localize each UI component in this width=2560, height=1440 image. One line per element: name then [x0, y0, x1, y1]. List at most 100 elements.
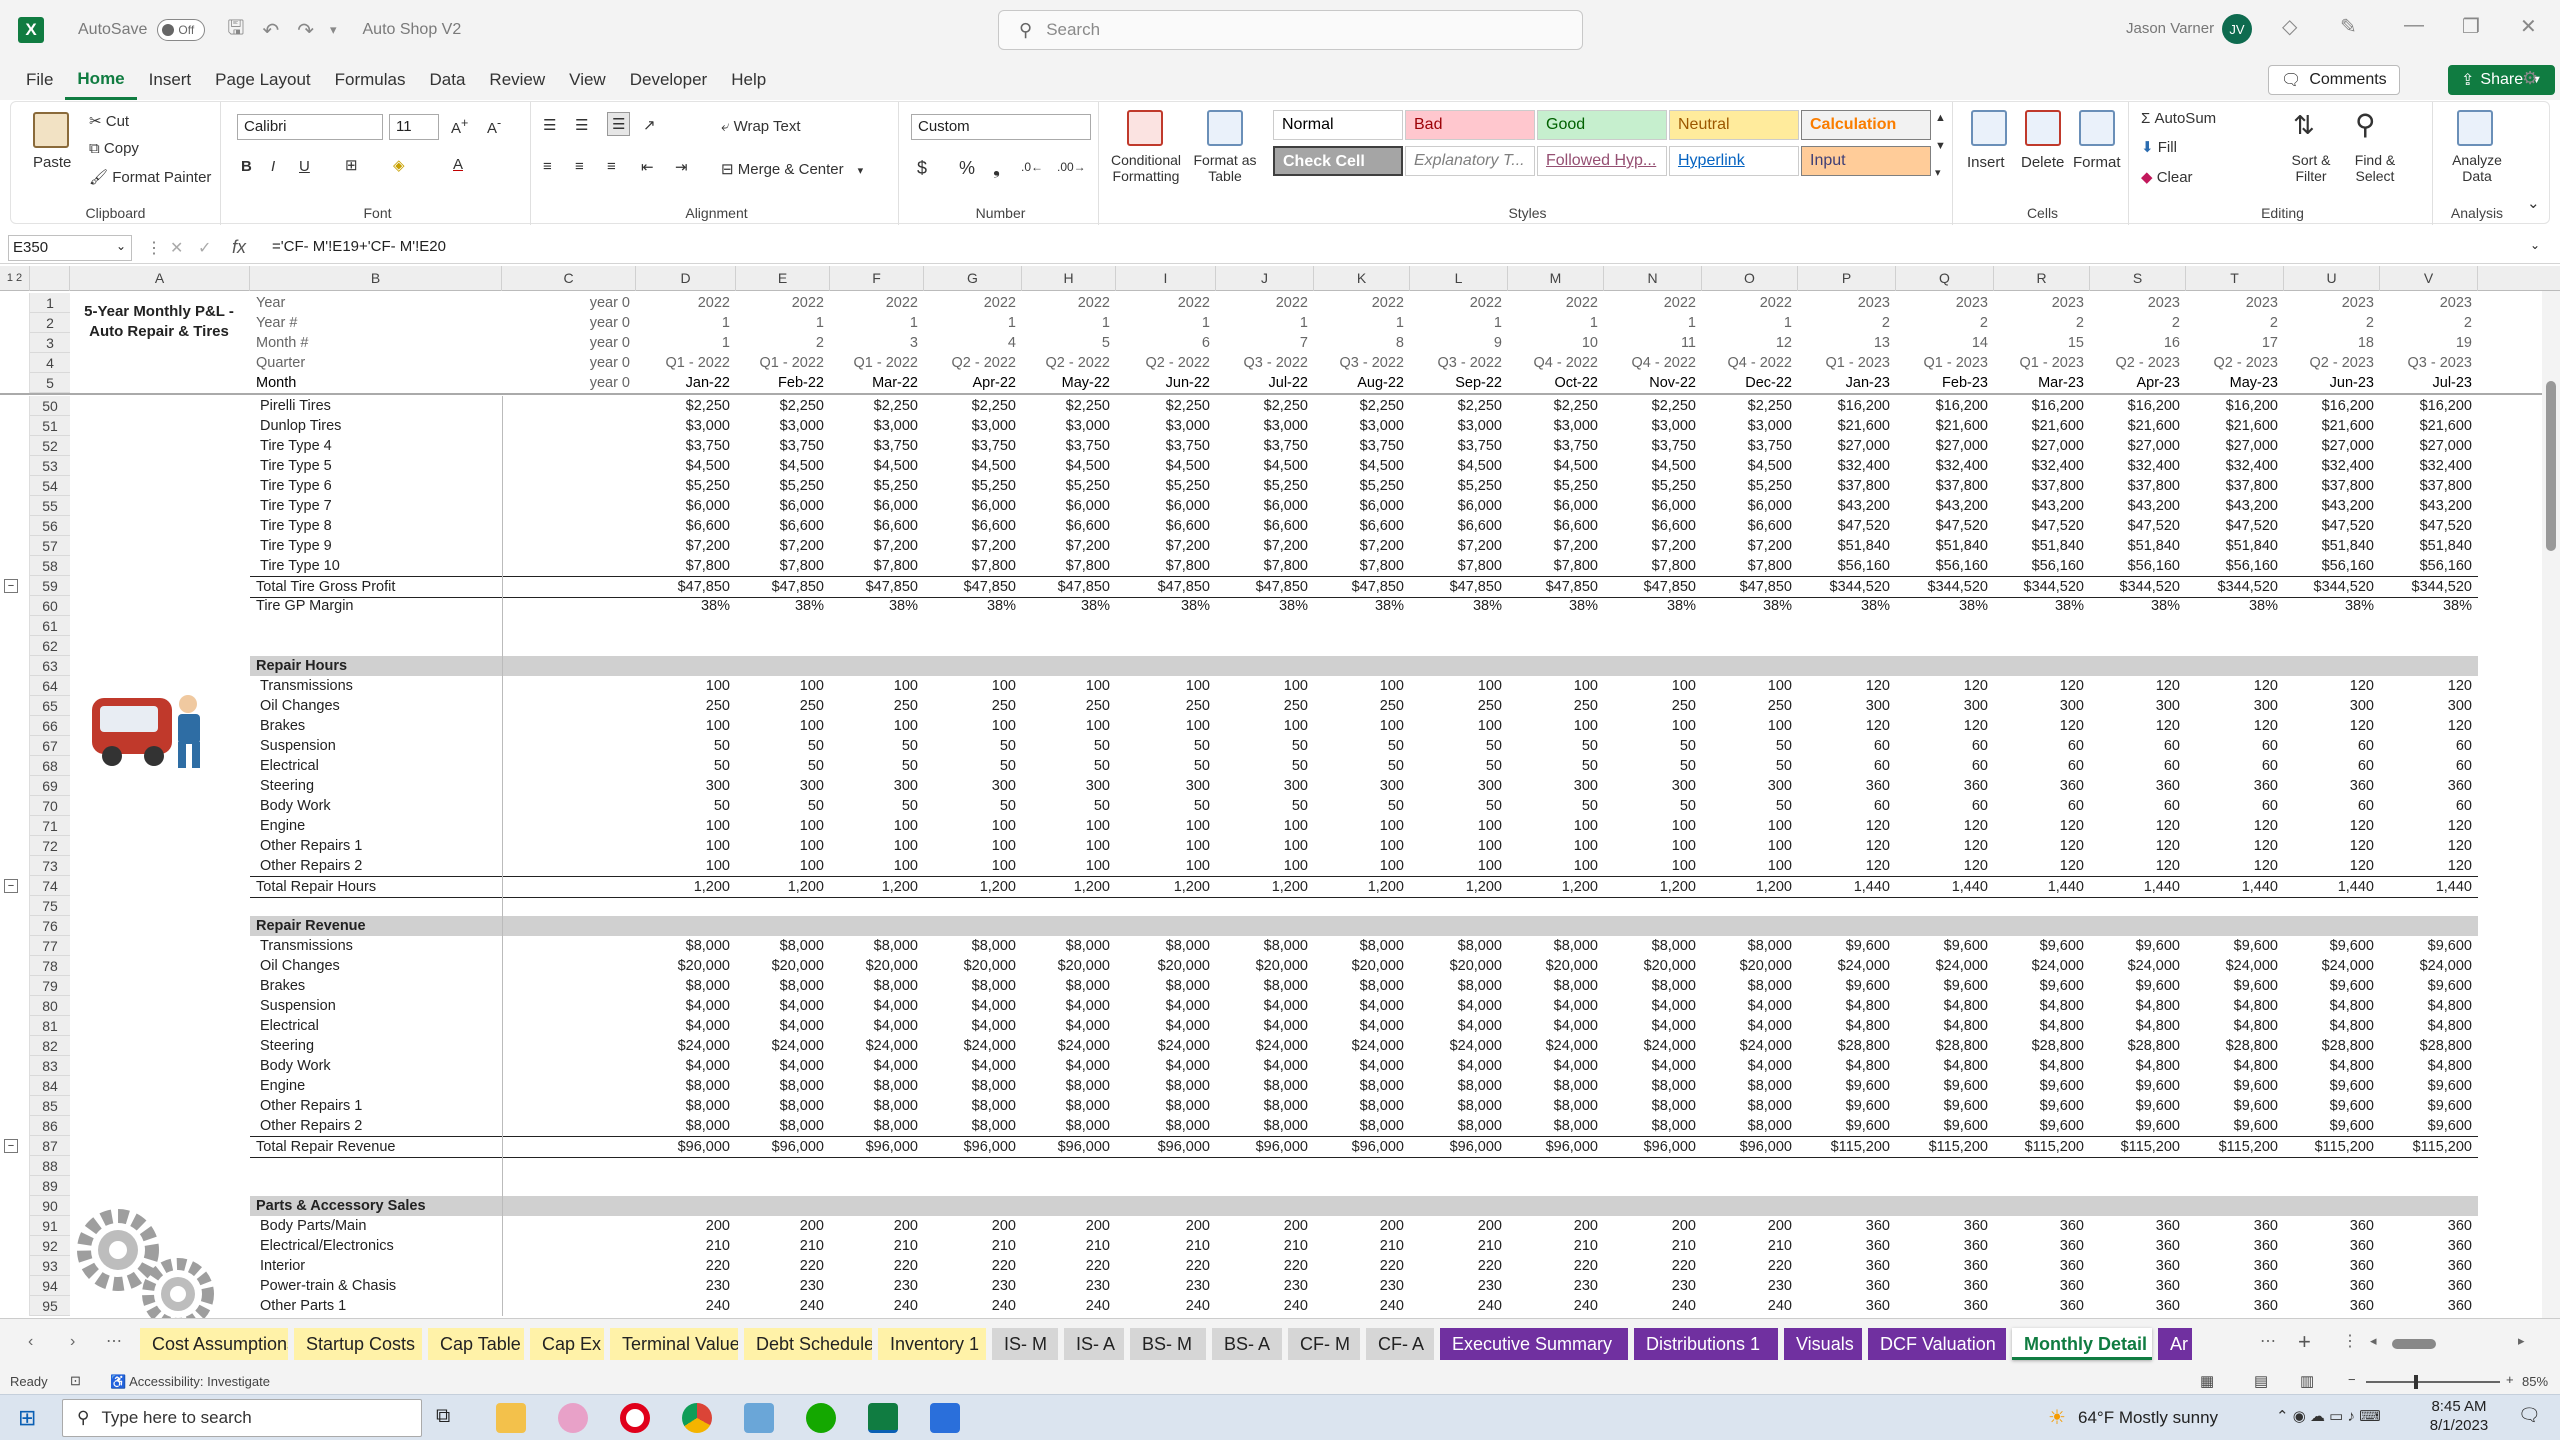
copy-button[interactable]: ⧉ Copy	[89, 140, 139, 157]
value-cell[interactable]: $20,000	[1508, 956, 1604, 976]
value-cell[interactable]: $96,000	[1604, 1136, 1702, 1158]
paste-button[interactable]: Paste	[33, 154, 71, 171]
value-cell[interactable]: $8,000	[736, 1116, 830, 1136]
sheet-tab[interactable]: Debt Schedule	[744, 1328, 872, 1360]
value-cell[interactable]: $20,000	[1216, 956, 1314, 976]
value-cell[interactable]: 300	[2090, 696, 2186, 716]
value-cell[interactable]: $2,250	[1314, 396, 1410, 416]
column-header-i[interactable]: I	[1116, 266, 1216, 291]
column-header-c[interactable]: C	[502, 266, 636, 291]
value-cell[interactable]: $3,000	[1702, 416, 1798, 436]
value-cell[interactable]: 300	[2380, 696, 2478, 716]
value-cell[interactable]: 360	[1994, 1216, 2090, 1236]
value-cell[interactable]: 100	[1116, 676, 1216, 696]
value-cell[interactable]: 360	[2090, 1236, 2186, 1256]
value-cell[interactable]: $24,000	[1604, 1036, 1702, 1056]
value-cell[interactable]: $4,000	[1702, 996, 1798, 1016]
cell-style-5[interactable]: Check Cell	[1273, 146, 1403, 176]
value-cell[interactable]: 220	[1216, 1256, 1314, 1276]
header-value[interactable]: Q1 - 2023	[1994, 353, 2090, 373]
autosum-button[interactable]: Σ AutoSum	[2141, 110, 2216, 127]
sheet-tab[interactable]: DCF Valuation	[1868, 1328, 2006, 1360]
row-label[interactable]: Tire Type 5	[250, 456, 502, 476]
value-cell[interactable]: $4,000	[1216, 996, 1314, 1016]
value-cell[interactable]: $28,800	[2186, 1036, 2284, 1056]
value-cell[interactable]: 100	[1216, 676, 1314, 696]
value-cell[interactable]: $2,250	[1216, 396, 1314, 416]
column-header-a[interactable]: A	[70, 266, 250, 291]
format-cells-icon[interactable]	[2079, 110, 2115, 146]
value-cell[interactable]: $8,000	[1508, 1096, 1604, 1116]
value-cell[interactable]: $8,000	[1216, 1096, 1314, 1116]
value-cell[interactable]: 100	[1702, 676, 1798, 696]
value-cell[interactable]: $3,000	[1116, 416, 1216, 436]
value-cell[interactable]: 50	[1022, 756, 1116, 776]
value-cell[interactable]: $8,000	[1216, 1076, 1314, 1096]
value-cell[interactable]: $4,000	[1410, 996, 1508, 1016]
tab-page-layout[interactable]: Page Layout	[203, 60, 322, 100]
fill-button[interactable]: ⬇ Fill	[2141, 138, 2177, 156]
sheet-tab[interactable]: BS- A	[1212, 1328, 1282, 1360]
column-header-s[interactable]: S	[2090, 266, 2186, 291]
value-cell[interactable]: 50	[1216, 756, 1314, 776]
value-cell[interactable]: 50	[1314, 736, 1410, 756]
row-label[interactable]: Total Repair Revenue	[250, 1136, 636, 1158]
value-cell[interactable]: $8,000	[1216, 936, 1314, 956]
value-cell[interactable]: $47,850	[1604, 576, 1702, 598]
value-cell[interactable]: 60	[2090, 756, 2186, 776]
value-cell[interactable]: 120	[2380, 856, 2478, 876]
value-cell[interactable]: $9,600	[2186, 1116, 2284, 1136]
value-cell[interactable]: 360	[1994, 1296, 2090, 1316]
undo-icon[interactable]: ↶	[262, 18, 279, 43]
value-cell[interactable]: $3,750	[1314, 436, 1410, 456]
value-cell[interactable]: 220	[830, 1256, 924, 1276]
value-cell[interactable]: 210	[1116, 1236, 1216, 1256]
value-cell[interactable]: 210	[830, 1236, 924, 1256]
column-header-j[interactable]: J	[1216, 266, 1314, 291]
value-cell[interactable]: 38%	[1410, 596, 1508, 616]
value-cell[interactable]: $27,000	[2380, 436, 2478, 456]
value-cell[interactable]: $8,000	[1508, 1116, 1604, 1136]
tab-developer[interactable]: Developer	[618, 60, 720, 100]
value-cell[interactable]: 100	[1314, 856, 1410, 876]
value-cell[interactable]: 100	[1702, 716, 1798, 736]
macro-recording-icon[interactable]: ⊡	[70, 1373, 81, 1389]
value-cell[interactable]: $56,160	[1896, 556, 1994, 576]
header-value[interactable]: 1	[1604, 313, 1702, 333]
column-header-q[interactable]: Q	[1896, 266, 1994, 291]
outline-gutter[interactable]	[0, 396, 30, 416]
column-header-e[interactable]: E	[736, 266, 830, 291]
header-value[interactable]: 2	[2090, 313, 2186, 333]
value-cell[interactable]: 250	[1702, 696, 1798, 716]
number-format-select[interactable]: Custom	[911, 114, 1091, 140]
value-cell[interactable]: 100	[636, 816, 736, 836]
outline-gutter[interactable]	[0, 976, 30, 996]
outline-gutter[interactable]	[0, 516, 30, 536]
value-cell[interactable]: 50	[1116, 736, 1216, 756]
value-cell[interactable]: $21,600	[2186, 416, 2284, 436]
zoom-slider[interactable]	[2366, 1375, 2500, 1389]
value-cell[interactable]: $2,250	[1604, 396, 1702, 416]
value-cell[interactable]: 100	[1116, 716, 1216, 736]
value-cell[interactable]: 50	[636, 796, 736, 816]
value-cell[interactable]: 220	[1410, 1256, 1508, 1276]
row-header[interactable]: 1	[30, 293, 70, 313]
value-cell[interactable]: 300	[1994, 696, 2090, 716]
value-cell[interactable]: $96,000	[1410, 1136, 1508, 1158]
value-cell[interactable]: $9,600	[2186, 936, 2284, 956]
value-cell[interactable]: $4,000	[924, 996, 1022, 1016]
header-value[interactable]: 2	[2380, 313, 2478, 333]
value-cell[interactable]: $8,000	[1116, 936, 1216, 956]
header-value[interactable]: Q3 - 2023	[2380, 353, 2478, 373]
vertical-scrollbar[interactable]	[2542, 291, 2560, 1318]
value-cell[interactable]: $96,000	[1314, 1136, 1410, 1158]
value-cell[interactable]: $24,000	[1702, 1036, 1798, 1056]
value-cell[interactable]: 38%	[1994, 596, 2090, 616]
value-cell[interactable]: $4,000	[1216, 1056, 1314, 1076]
value-cell[interactable]: 120	[2186, 816, 2284, 836]
more-icon[interactable]: ⋮	[146, 238, 162, 258]
styles-more-icon[interactable]: ▾	[1935, 166, 1941, 179]
autosave-toggle[interactable]: Off	[157, 19, 206, 41]
value-cell[interactable]: $7,200	[1410, 536, 1508, 556]
outline-gutter[interactable]	[0, 696, 30, 716]
